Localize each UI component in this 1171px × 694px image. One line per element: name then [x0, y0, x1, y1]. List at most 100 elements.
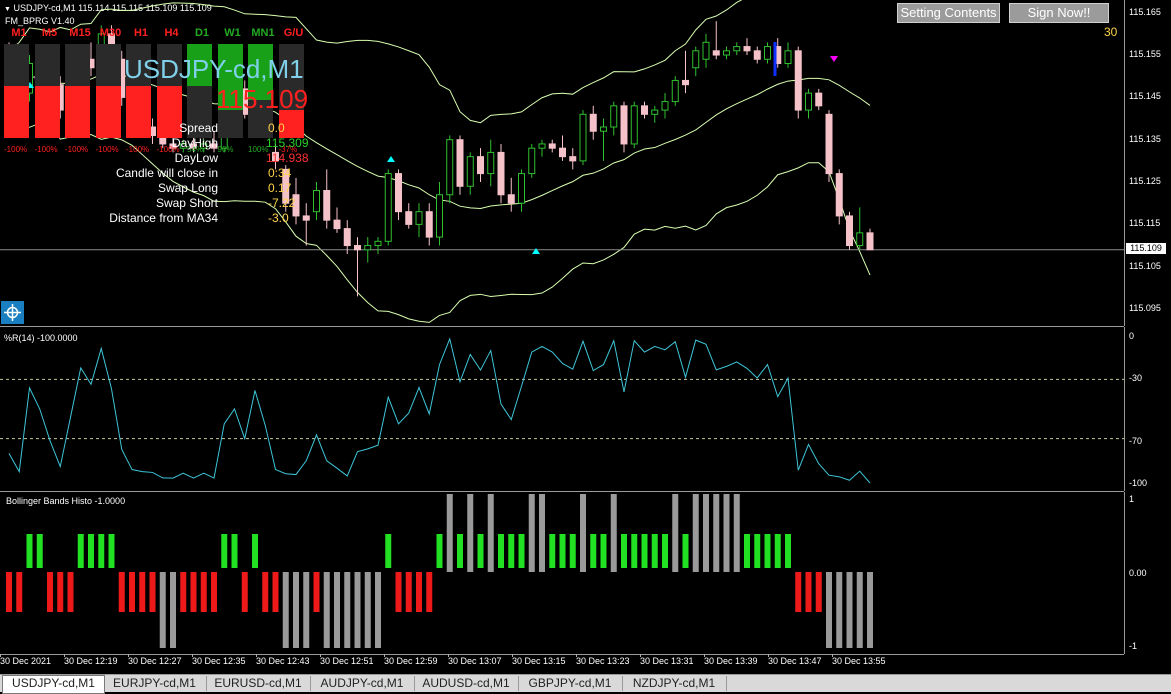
timeframe-percent: 90% — [217, 145, 234, 154]
time-tick-mark — [704, 654, 705, 657]
bb-histo-bar — [313, 572, 320, 612]
current-price-label: 115.109 — [1126, 243, 1166, 254]
symbol-tab[interactable]: EURUSD-cd,M1 — [206, 676, 311, 691]
bb-histo-pane[interactable]: Bollinger Bands Histo -1.0000 — [0, 492, 1124, 655]
time-tick-mark — [768, 654, 769, 657]
candle — [600, 118, 607, 161]
candle — [343, 220, 351, 255]
candle — [579, 110, 587, 166]
bb-histo-bar — [67, 572, 74, 612]
bb-histo-bar — [856, 572, 863, 648]
symbol-tab[interactable]: EURJPY-cd,M1 — [103, 676, 207, 691]
candle — [825, 110, 833, 183]
time-tick-mark — [384, 654, 385, 657]
candle — [487, 139, 495, 187]
candle — [354, 237, 361, 297]
time-tick-mark — [512, 654, 513, 657]
info-value: 0.0 — [268, 121, 285, 135]
timeframe-strength-fill — [34, 86, 60, 138]
main-chart-pane[interactable]: ▼ USDJPY-cd,M1 115.114 115.115 115.109 1… — [0, 0, 1124, 327]
wpr-axis: 0 -30 -70 -100 — [1124, 327, 1171, 491]
timeframe-strength-fill — [126, 86, 151, 138]
candle — [436, 182, 443, 246]
sell-arrow-icon — [830, 56, 838, 62]
candle — [671, 76, 679, 106]
bb-histo-bar — [334, 572, 340, 648]
timeframe-strength-fill — [156, 86, 182, 138]
price-axis[interactable]: 115.109 115.165 115.155 115.145 115.135 115.… — [1124, 0, 1171, 326]
bb-histo-bar — [211, 572, 217, 612]
bb-histo-bar — [498, 534, 504, 568]
timeframe-percent: -100% — [65, 145, 89, 154]
bb-histo-bar — [569, 534, 576, 568]
crosshair-button[interactable] — [1, 301, 24, 324]
bb-histo-bar — [610, 494, 617, 572]
bb-histo-bar — [590, 534, 597, 568]
bb-histo-bar — [426, 572, 433, 612]
info-label: Spread — [179, 121, 218, 135]
info-label: DayLow — [174, 151, 218, 165]
wpr-tick: 0 — [1129, 331, 1135, 341]
candle — [538, 139, 546, 157]
time-tick: 30 Dec 13:23 — [576, 656, 630, 666]
bb-histo-bar — [539, 494, 545, 572]
timeframe-label: G/U — [283, 27, 304, 39]
timeframe-strength-fill — [65, 86, 90, 138]
wpr-tick: -30 — [1129, 373, 1143, 383]
candle — [682, 50, 689, 94]
bb-tick: -1 — [1129, 641, 1138, 651]
candle — [743, 38, 751, 56]
bb-histo-bar — [457, 534, 463, 568]
buy-arrow-icon — [532, 248, 540, 254]
time-tick: 30 Dec 12:43 — [256, 656, 310, 666]
symbol-tab[interactable]: GBPJPY-cd,M1 — [518, 676, 623, 691]
wpr-pane[interactable]: %R(14) -100.0000 — [0, 327, 1124, 492]
bb-histo-bar — [190, 572, 197, 612]
bb-histo-bar — [682, 534, 689, 568]
candle — [374, 237, 382, 255]
time-tick: 30 Dec 2021 — [0, 656, 52, 666]
bb-histo-bar — [446, 494, 453, 572]
info-label: Candle will close in — [115, 166, 218, 180]
bb-histo-bar — [416, 572, 422, 612]
bb-histo-bar — [528, 494, 535, 572]
symbol-tab[interactable]: USDJPY-cd,M1 — [2, 675, 105, 694]
big-price: 115.109 — [216, 84, 309, 114]
symbol-tab[interactable]: AUDJPY-cd,M1 — [310, 676, 415, 691]
symbol-title: USDJPY-cd,M1 — [124, 54, 304, 84]
candle — [764, 42, 771, 64]
candle — [405, 203, 413, 229]
candle — [456, 135, 464, 195]
candle — [702, 33, 710, 68]
bb-histo-bar — [744, 534, 750, 568]
bb-histo-bar — [170, 572, 176, 648]
bb-histo-bar — [149, 572, 156, 612]
bb-histo-bar — [436, 534, 443, 568]
bb-histo-bar — [764, 534, 771, 568]
candle — [302, 203, 310, 246]
price-tick: 115.115 — [1129, 218, 1161, 229]
symbol-tab[interactable]: AUDUSD-cd,M1 — [414, 676, 519, 691]
time-tick-mark — [128, 654, 129, 657]
bb-histo-bar — [662, 534, 668, 568]
time-tick: 30 Dec 13:31 — [640, 656, 694, 666]
bb-histo-bar — [805, 572, 812, 612]
bb-histo-bar — [723, 494, 730, 572]
candle — [518, 169, 525, 212]
time-tick-mark — [192, 654, 193, 657]
setting-contents-button[interactable]: Setting Contents — [897, 3, 1000, 23]
timeframe-percent: -100% — [34, 145, 58, 154]
sign-now-button[interactable]: Sign Now!! — [1009, 3, 1109, 23]
bb-histo-bar — [774, 534, 781, 568]
bb-histo-bar — [549, 534, 556, 568]
time-tick-mark — [448, 654, 449, 657]
bb-histo-bar — [815, 572, 822, 612]
timeframe-percent: -100% — [95, 145, 119, 154]
bb-histo-bar — [129, 572, 135, 612]
timeframe-label: MN1 — [251, 27, 275, 39]
bb-histo-bar — [467, 494, 474, 572]
candle — [723, 46, 730, 60]
wpr-chart-svg — [0, 337, 1124, 484]
bb-histo-bar — [108, 534, 115, 568]
symbol-tab[interactable]: NZDJPY-cd,M1 — [622, 676, 727, 691]
